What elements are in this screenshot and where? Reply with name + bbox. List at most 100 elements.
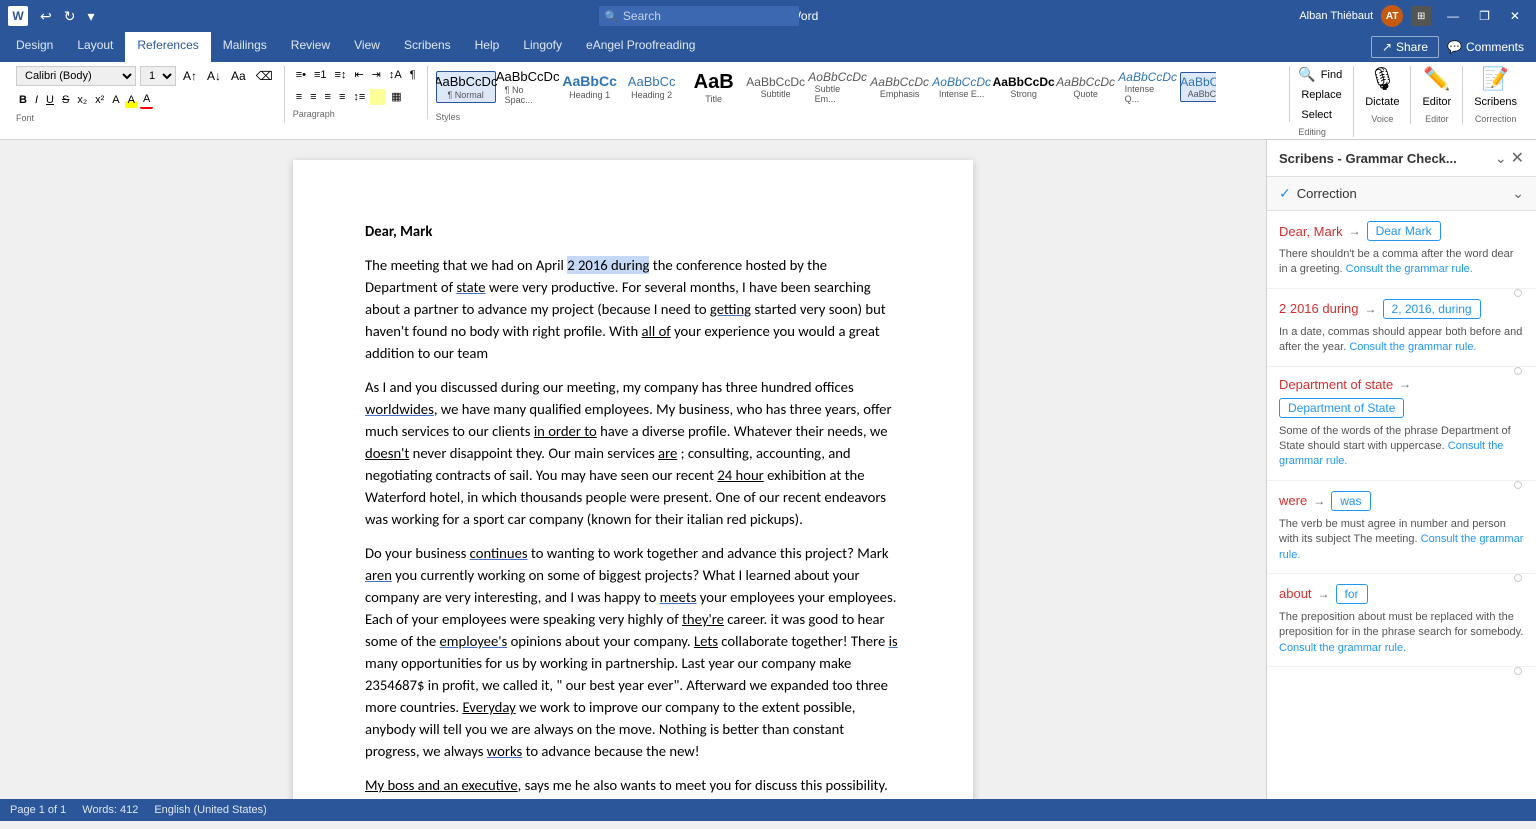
- underline-are: are: [658, 444, 677, 462]
- style-normal[interactable]: AaBbCcDc ¶ Normal: [436, 71, 496, 103]
- underline-worldwides: worldwides: [365, 400, 434, 418]
- replace-button[interactable]: Replace: [1298, 87, 1344, 103]
- align-center-button[interactable]: ≡: [307, 89, 319, 105]
- undo-button[interactable]: ↩: [36, 6, 56, 27]
- decrease-font-button[interactable]: A↓: [204, 67, 224, 85]
- title-search-icon: 🔍: [605, 10, 619, 23]
- correction-5-desc: The preposition about must be replaced w…: [1279, 611, 1523, 638]
- scribens-ribbon-button[interactable]: Scribens: [1471, 94, 1520, 110]
- borders-button[interactable]: ▦: [388, 88, 404, 105]
- superscript-button[interactable]: x²: [92, 92, 107, 108]
- sort-button[interactable]: ↕A: [386, 67, 405, 83]
- strikethrough-button[interactable]: S: [59, 92, 72, 108]
- scribens-expand-button[interactable]: ⌄: [1495, 148, 1507, 168]
- style-heading2[interactable]: AaBbCc Heading 2: [622, 71, 682, 103]
- user-name: Alban Thiébaut: [1299, 10, 1373, 22]
- scribens-panel: Scribens - Grammar Check... ⌄ ✕ ✓ Correc…: [1266, 140, 1536, 799]
- increase-font-button[interactable]: A↑: [180, 67, 200, 85]
- pin-button[interactable]: ▾: [83, 6, 98, 27]
- tab-layout[interactable]: Layout: [65, 32, 125, 62]
- correction-5-arrow: →: [1318, 587, 1330, 601]
- editing-row3: Select: [1298, 107, 1335, 123]
- tab-scribens[interactable]: Scribens: [392, 32, 463, 62]
- style-title[interactable]: AaB Title: [684, 67, 744, 107]
- minimize-button[interactable]: —: [1439, 7, 1467, 25]
- find-icon: 🔍: [1298, 66, 1315, 83]
- correction-2-original: 2 2016 during: [1279, 301, 1359, 316]
- underline-24hour: 24 hour: [717, 466, 763, 484]
- tab-view[interactable]: View: [342, 32, 392, 62]
- dictate-button[interactable]: Dictate: [1362, 94, 1402, 110]
- style-quote[interactable]: AaBbCcDc Quote: [1056, 72, 1116, 102]
- word-count: Words: 412: [82, 804, 138, 816]
- correction-3-suggestion[interactable]: Department of State: [1279, 398, 1404, 418]
- correction-2-suggestion[interactable]: 2, 2016, during: [1383, 299, 1481, 319]
- numbering-button[interactable]: ≡1: [311, 67, 330, 83]
- italic-button[interactable]: I: [32, 92, 41, 108]
- voice-group-label: Voice: [1371, 114, 1393, 124]
- style-strong[interactable]: AaBbCcDc Strong: [994, 72, 1054, 102]
- correction-1-link[interactable]: Consult the grammar rule.: [1346, 263, 1473, 275]
- correction-4-suggestion[interactable]: was: [1331, 491, 1370, 511]
- text-highlight-button[interactable]: A: [125, 92, 138, 108]
- dictate-icon: 🎙: [1368, 66, 1396, 92]
- undo-redo-group: ↩ ↻ ▾: [36, 6, 99, 27]
- multilevel-list-button[interactable]: ≡↕: [332, 67, 350, 83]
- correction-group: 📝 Scribens Correction: [1463, 66, 1528, 124]
- text-effects-button[interactable]: A: [109, 92, 122, 108]
- editor-button[interactable]: Editor: [1419, 94, 1454, 110]
- tab-design[interactable]: Design: [4, 32, 65, 62]
- title-search-input[interactable]: [599, 6, 799, 26]
- shading-button[interactable]: [370, 89, 386, 105]
- style-custom[interactable]: AaBbCcDc AaBbCcDc: [1180, 72, 1216, 102]
- restore-button[interactable]: ❐: [1471, 7, 1498, 25]
- style-emphasis[interactable]: AaBbCcDc Emphasis: [870, 72, 930, 102]
- correction-2-link[interactable]: Consult the grammar rule.: [1349, 341, 1476, 353]
- comments-button[interactable]: 💬 Comments: [1447, 40, 1524, 54]
- clear-format-button[interactable]: ⌫: [253, 67, 276, 85]
- change-case-button[interactable]: Aa: [228, 67, 249, 85]
- style-heading1[interactable]: AaBbCc Heading 1: [560, 70, 620, 103]
- scribens-ribbon-icon: 📝: [1482, 66, 1509, 92]
- style-subtitle[interactable]: AaBbCcDc Subtitle: [746, 72, 806, 102]
- close-button[interactable]: ✕: [1502, 7, 1528, 25]
- show-formatting-button[interactable]: ¶: [407, 67, 419, 83]
- increase-indent-button[interactable]: ⇥: [369, 66, 384, 83]
- correction-5-circle: [1514, 667, 1522, 675]
- bold-button[interactable]: B: [16, 92, 30, 108]
- bullets-button[interactable]: ≡•: [293, 67, 309, 83]
- style-no-spacing[interactable]: AaBbCcDc ¶ No Spac...: [498, 66, 558, 108]
- select-button[interactable]: Select: [1298, 107, 1335, 123]
- line-spacing-button[interactable]: ↕≡: [350, 89, 368, 105]
- tab-lingofy[interactable]: Lingofy: [511, 32, 574, 62]
- style-subtle-em[interactable]: AoBbCcDc Subtle Em...: [808, 67, 868, 107]
- scribens-close-button[interactable]: ✕: [1511, 148, 1524, 168]
- underline-button[interactable]: U: [43, 92, 57, 108]
- correction-expand-button[interactable]: ⌄: [1512, 185, 1524, 202]
- profile-icon[interactable]: ⊞: [1411, 6, 1431, 26]
- align-left-button[interactable]: ≡: [293, 89, 305, 105]
- justify-button[interactable]: ≡: [336, 89, 348, 105]
- correction-5-link[interactable]: Consult the grammar rule.: [1279, 642, 1406, 654]
- font-family-selector[interactable]: Calibri (Body): [16, 66, 136, 86]
- correction-5-suggestion[interactable]: for: [1336, 584, 1368, 604]
- style-intense-em[interactable]: AoBbCcDc Intense E...: [932, 72, 992, 102]
- share-button[interactable]: ↗ Share: [1371, 36, 1439, 58]
- redo-button[interactable]: ↻: [60, 6, 80, 27]
- underline-lets: Lets: [694, 632, 718, 650]
- style-intense-q[interactable]: AaBbCcDc Intense Q...: [1118, 67, 1178, 107]
- tab-eangel[interactable]: eAngel Proofreading: [574, 32, 707, 62]
- tab-review[interactable]: Review: [279, 32, 342, 62]
- subscript-button[interactable]: x₂: [74, 92, 90, 108]
- decrease-indent-button[interactable]: ⇤: [351, 66, 366, 83]
- correction-1-suggestion[interactable]: Dear Mark: [1367, 221, 1441, 241]
- document-page[interactable]: Dear, Mark The meeting that we had on Ap…: [293, 160, 973, 799]
- tab-references[interactable]: References: [125, 32, 210, 62]
- find-button[interactable]: Find: [1318, 67, 1345, 83]
- align-right-button[interactable]: ≡: [322, 89, 334, 105]
- font-size-selector[interactable]: 11: [140, 66, 176, 86]
- tab-help[interactable]: Help: [463, 32, 512, 62]
- tab-mailings[interactable]: Mailings: [211, 32, 279, 62]
- font-color-button[interactable]: A: [140, 91, 153, 109]
- para-row1: ≡• ≡1 ≡↕ ⇤ ⇥ ↕A ¶: [293, 66, 419, 83]
